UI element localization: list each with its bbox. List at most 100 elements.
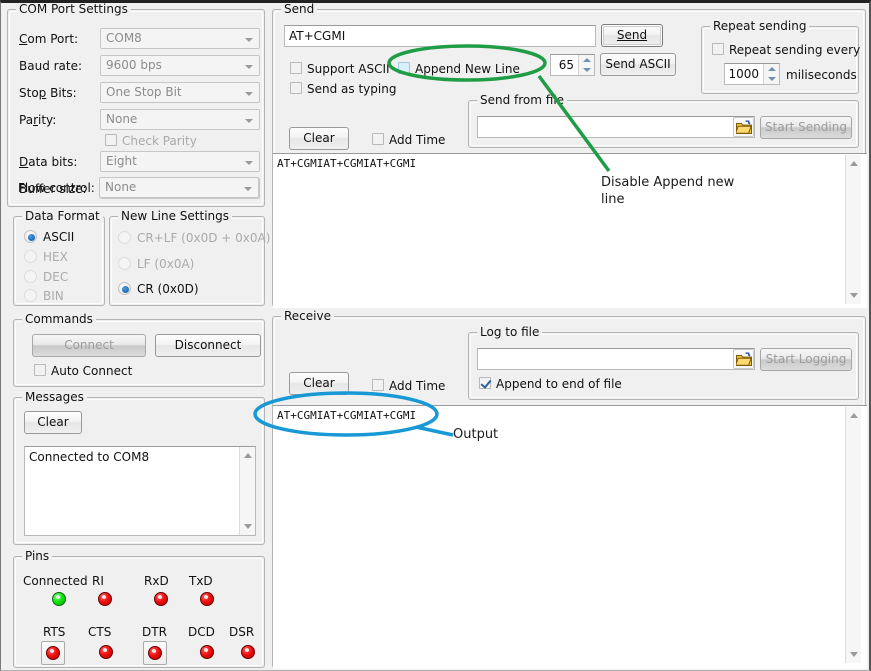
log-to-file-title: Log to file <box>477 325 542 339</box>
start-logging-button[interactable]: Start Logging <box>760 348 852 371</box>
send-add-time-checkbox[interactable]: Add Time <box>372 133 445 147</box>
serial-terminal-window: COM Port Settings Com Port: COM8 Baud ra… <box>0 0 871 671</box>
new-line-settings-group: New Line Settings CR+LF (0x0D + 0x0A) LF… <box>109 216 265 306</box>
scroll-down-icon[interactable] <box>850 652 858 657</box>
spinner-up-icon[interactable] <box>583 58 591 62</box>
send-from-file-input[interactable] <box>477 116 755 138</box>
pin-label-rts: RTS <box>43 625 65 639</box>
check-parity-checkbox[interactable]: Check Parity <box>105 134 197 148</box>
pins-group: Pins Connected RI RxD TxD RTS CTS DTR DC… <box>13 556 265 668</box>
checkbox-box <box>34 364 46 376</box>
messages-scrollbar[interactable] <box>239 447 255 535</box>
append-new-line-checkbox[interactable]: Append New Line <box>398 62 520 76</box>
spinner-down-icon[interactable] <box>768 77 776 81</box>
repeat-interval-spinner[interactable]: 1000 <box>724 63 780 85</box>
pin-toggle-rts[interactable] <box>41 641 65 665</box>
ascii-code-value: 65 <box>551 55 577 75</box>
messages-log-area[interactable]: Connected to COM8 <box>24 446 256 536</box>
send-ascii-button[interactable]: Send ASCII <box>600 53 676 76</box>
append-to-end-checkbox[interactable]: Append to end of file <box>479 377 622 391</box>
send-title: Send <box>281 2 317 16</box>
log-to-file-input[interactable] <box>477 348 755 370</box>
new-line-option-crlf[interactable]: CR+LF (0x0D + 0x0A) <box>118 231 270 245</box>
radio-circle <box>24 250 37 263</box>
folder-open-icon[interactable] <box>733 349 754 369</box>
pin-led-txd <box>200 592 214 606</box>
send-as-typing-checkbox[interactable]: Send as typing <box>290 82 396 96</box>
radio-circle <box>24 289 37 302</box>
radio-circle <box>118 231 131 244</box>
chevron-down-icon <box>245 65 253 69</box>
pin-led-dcd <box>200 645 214 659</box>
repeat-sending-checkbox[interactable]: Repeat sending every <box>712 43 860 57</box>
send-group: Send AT+CGMI Send Support ASCII Append N… <box>272 9 866 307</box>
receive-log-text: AT+CGMIAT+CGMIAT+CGMI <box>277 409 849 423</box>
messages-log-text: Connected to COM8 <box>29 450 237 464</box>
pin-led-connected <box>52 592 66 606</box>
checkbox-box <box>712 43 724 55</box>
send-button[interactable]: Send <box>601 24 663 47</box>
pin-label-rxd: RxD <box>144 574 169 588</box>
scroll-down-icon[interactable] <box>850 293 858 298</box>
radio-circle <box>118 282 131 295</box>
annotation-label-output: Output <box>453 426 498 443</box>
parity-label: Parity: <box>19 113 56 127</box>
spinner-up-icon[interactable] <box>768 67 776 71</box>
send-input[interactable]: AT+CGMI <box>284 25 596 47</box>
receive-log-area[interactable]: AT+CGMIAT+CGMIAT+CGMI <box>273 405 867 669</box>
send-from-file-group: Send from file Start Sending <box>468 100 859 148</box>
chevron-down-icon <box>245 38 253 42</box>
send-log-area[interactable]: AT+CGMIAT+CGMIAT+CGMI <box>273 153 867 308</box>
scroll-up-icon[interactable] <box>244 453 252 458</box>
folder-open-icon[interactable] <box>733 117 754 137</box>
scroll-down-icon[interactable] <box>244 524 252 529</box>
messages-clear-button[interactable]: Clear <box>24 411 82 434</box>
data-format-option-dec[interactable]: DEC <box>24 270 68 284</box>
repeat-sending-group: Repeat sending Repeat sending every 1000… <box>701 26 859 94</box>
scroll-up-icon[interactable] <box>850 161 858 166</box>
parity-select[interactable]: None <box>100 109 260 130</box>
data-format-option-ascii[interactable]: ASCII <box>24 230 74 244</box>
repeat-sending-title: Repeat sending <box>710 19 809 33</box>
ascii-code-spinner[interactable]: 65 <box>550 54 595 76</box>
new-line-option-cr[interactable]: CR (0x0D) <box>118 282 199 296</box>
radio-circle <box>118 257 131 270</box>
messages-group: Messages Clear Connected to COM8 <box>13 397 265 545</box>
chevron-down-icon <box>244 187 252 191</box>
stop-bits-select[interactable]: One Stop Bit <box>100 82 260 103</box>
start-sending-button[interactable]: Start Sending <box>760 116 852 139</box>
data-format-title: Data Format <box>22 209 103 223</box>
com-port-settings-title: COM Port Settings <box>16 2 131 16</box>
repeat-unit-label: miliseconds <box>786 68 857 82</box>
pin-toggle-dtr[interactable] <box>143 641 167 665</box>
pin-led-rts <box>46 646 60 660</box>
flow-control-select[interactable]: None <box>99 177 259 198</box>
spinner-buttons[interactable] <box>578 55 594 75</box>
scroll-up-icon[interactable] <box>850 413 858 418</box>
support-ascii-checkbox[interactable]: Support ASCII <box>290 62 390 76</box>
receive-add-time-checkbox[interactable]: Add Time <box>372 379 445 393</box>
baud-rate-select[interactable]: 9600 bps <box>100 55 260 76</box>
receive-title: Receive <box>281 309 334 323</box>
receive-clear-button[interactable]: Clear <box>289 372 349 395</box>
send-clear-button[interactable]: Clear <box>289 127 349 150</box>
receive-log-scrollbar[interactable] <box>845 407 861 663</box>
send-log-scrollbar[interactable] <box>845 155 861 304</box>
auto-connect-checkbox[interactable]: Auto Connect <box>34 364 132 378</box>
new-line-option-lf[interactable]: LF (0x0A) <box>118 257 194 271</box>
checkbox-box <box>290 62 302 74</box>
checkbox-box <box>372 133 384 145</box>
data-bits-select[interactable]: Eight <box>100 151 260 172</box>
spinner-down-icon[interactable] <box>583 68 591 72</box>
pin-led-cts <box>99 645 113 659</box>
checkbox-box <box>372 379 384 391</box>
connect-button[interactable]: Connect <box>32 334 146 357</box>
data-format-option-hex[interactable]: HEX <box>24 250 68 264</box>
data-format-option-bin[interactable]: BIN <box>24 289 64 303</box>
disconnect-button[interactable]: Disconnect <box>155 334 261 357</box>
send-from-file-title: Send from file <box>477 93 567 107</box>
com-port-select[interactable]: COM8 <box>100 28 260 49</box>
data-bits-label: Data bits: <box>19 155 77 169</box>
pin-led-ri <box>98 592 112 606</box>
spinner-buttons[interactable] <box>763 64 779 84</box>
